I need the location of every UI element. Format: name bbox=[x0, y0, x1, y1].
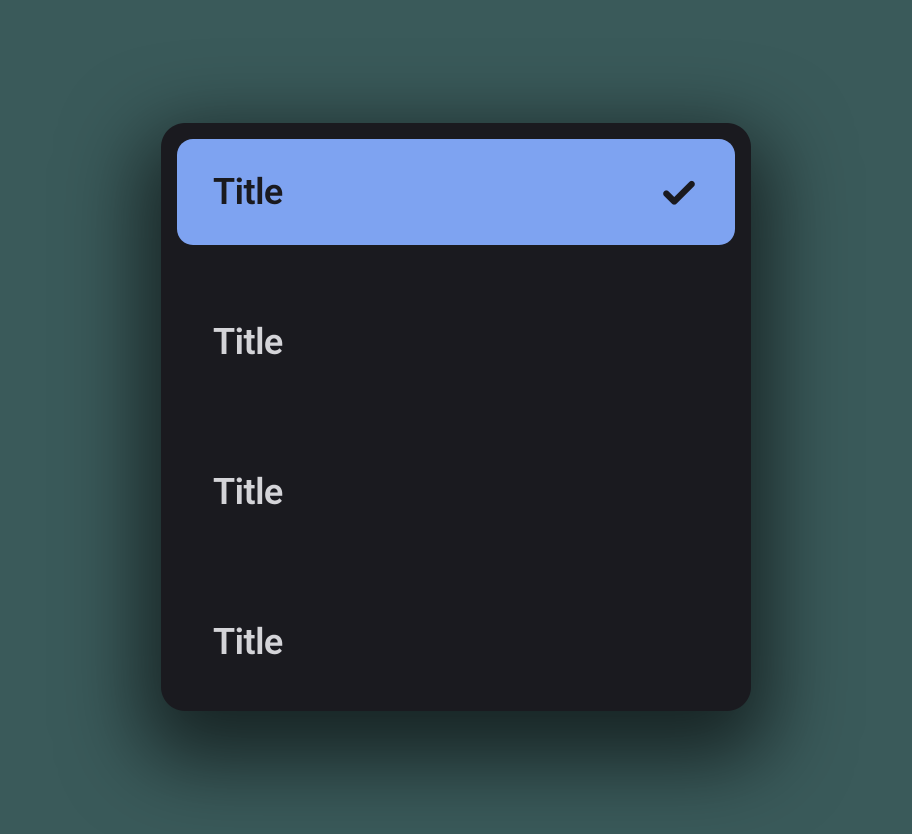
menu-item-label: Title bbox=[213, 321, 283, 363]
spacer bbox=[177, 395, 735, 439]
menu-item-2[interactable]: Title bbox=[177, 289, 735, 395]
spacer bbox=[177, 245, 735, 289]
check-icon bbox=[659, 172, 699, 212]
menu-card: Title Title Title Title bbox=[161, 123, 751, 711]
menu-item-1[interactable]: Title bbox=[177, 139, 735, 245]
menu-item-label: Title bbox=[213, 471, 283, 513]
spacer bbox=[177, 545, 735, 589]
menu-item-3[interactable]: Title bbox=[177, 439, 735, 545]
menu-item-label: Title bbox=[213, 171, 283, 213]
menu-item-label: Title bbox=[213, 621, 283, 663]
menu-item-4[interactable]: Title bbox=[177, 589, 735, 695]
